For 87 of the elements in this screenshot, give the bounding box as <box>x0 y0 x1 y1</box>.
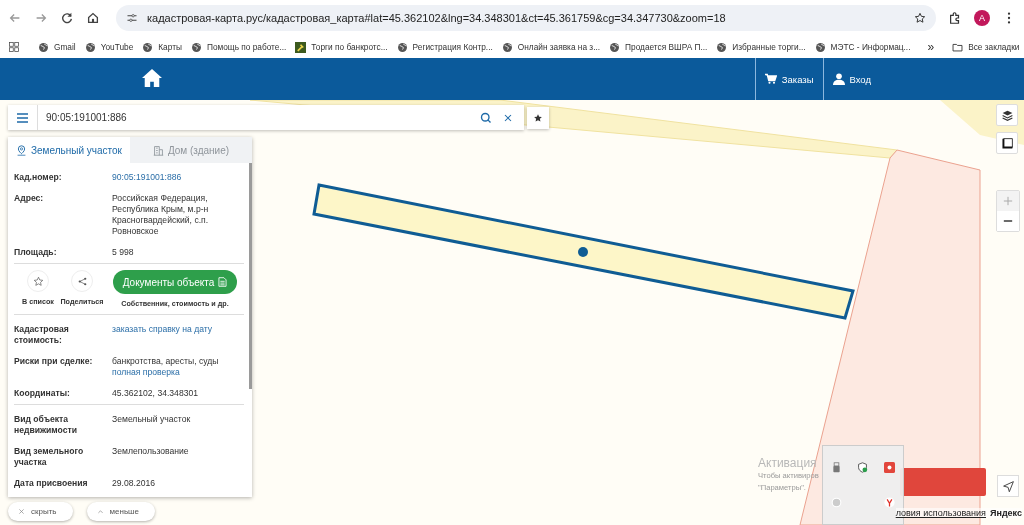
layers-button[interactable] <box>996 104 1018 126</box>
field-label: Кадастровая стоимость: <box>14 324 70 346</box>
reload-icon[interactable] <box>60 11 74 25</box>
star-icon <box>32 275 44 287</box>
bookmark[interactable]: Избранные торги... <box>716 41 806 53</box>
back-icon[interactable] <box>8 11 22 25</box>
field-value: Земельный участок <box>112 414 192 425</box>
bookmark[interactable]: Карты <box>142 41 182 53</box>
hammer-icon <box>295 41 307 53</box>
globe-icon <box>84 41 96 53</box>
bookmark[interactable]: Продается ВШРА П... <box>609 41 708 53</box>
globe-icon <box>38 41 49 53</box>
user-icon <box>832 73 845 85</box>
chevron-up-icon <box>96 508 104 515</box>
collapse-button[interactable]: меньше <box>86 502 155 521</box>
value-link[interactable]: заказать справку на дату <box>112 324 244 335</box>
ruler-button[interactable] <box>996 132 1018 154</box>
field-value: Землепользование <box>112 446 190 457</box>
value-link[interactable]: 90:05:191001:886 <box>112 172 244 183</box>
record-icon[interactable] <box>884 462 896 473</box>
field-value: Российская Федерация, Республика Крым, м.р-н Красногвардейский, с.п. Ровновское <box>112 193 210 237</box>
square-corner-icon <box>1000 136 1014 150</box>
field-value: 29.08.2016 <box>112 478 156 489</box>
extensions-icon[interactable] <box>948 11 962 25</box>
field-label: Координаты: <box>14 388 71 399</box>
field-label: Дата присвоения <box>14 478 89 489</box>
scrollbar-thumb[interactable] <box>249 163 252 389</box>
share-icon <box>76 275 88 287</box>
apps-grid-icon[interactable] <box>8 41 20 53</box>
layers-icon <box>1000 108 1014 122</box>
field-label: Адрес: <box>14 193 45 205</box>
shield-icon[interactable] <box>857 462 869 473</box>
selected-parcel[interactable] <box>312 183 855 320</box>
more-bookmarks[interactable]: » <box>927 40 935 54</box>
globe-icon <box>609 41 621 53</box>
field-label: Площадь: <box>14 247 58 258</box>
field-label: Кад.номер: <box>14 172 63 183</box>
forward-icon[interactable] <box>34 11 48 25</box>
plus-icon <box>1003 196 1013 206</box>
favorite-button[interactable] <box>527 107 549 129</box>
globe-icon <box>142 41 154 53</box>
field-value: банкротства, аресты, суды <box>112 356 220 367</box>
globe-icon <box>396 41 408 53</box>
bookmark[interactable]: Онлайн заявка на з... <box>501 41 601 53</box>
site-info-icon[interactable] <box>126 12 138 24</box>
globe-icon <box>190 41 202 53</box>
bookmark[interactable]: YouTube <box>84 41 134 53</box>
pin-icon <box>16 144 27 156</box>
building-icon <box>152 144 164 156</box>
cart-icon <box>764 73 777 85</box>
bookmark[interactable]: Торги по банкротс... <box>295 41 388 53</box>
profile-avatar[interactable]: A <box>974 10 990 26</box>
globe-icon <box>716 41 728 53</box>
add-to-list-button[interactable] <box>27 270 49 292</box>
navigation-arrow-icon <box>1001 479 1015 493</box>
close-icon <box>18 508 25 515</box>
terms-link[interactable]: ловия использования <box>895 508 986 518</box>
browser-icon[interactable] <box>884 497 896 508</box>
field-label: Риски при сделке: <box>14 356 94 368</box>
map-brand: Яндекс <box>990 508 1022 518</box>
folder-icon <box>952 41 964 53</box>
field-label: Вид земельного участка <box>14 446 85 468</box>
location-marker[interactable] <box>578 247 588 257</box>
check-link[interactable]: полная проверка <box>112 367 244 378</box>
field-value: 5 998 <box>112 247 135 258</box>
home-icon[interactable] <box>86 11 100 25</box>
bookmark-star-icon[interactable] <box>914 12 926 24</box>
field-value: 45.362102, 34.348301 <box>112 388 200 399</box>
zoom-out-button[interactable] <box>997 211 1019 231</box>
hide-button[interactable]: скрыть <box>8 502 73 521</box>
globe-icon <box>814 41 826 53</box>
home-icon[interactable] <box>141 68 163 88</box>
globe-icon <box>501 41 513 53</box>
document-icon <box>218 277 228 287</box>
bookmark[interactable]: Регистрация Контр... <box>396 41 493 53</box>
field-label: Вид объекта недвижимости <box>14 414 79 436</box>
search-icon[interactable] <box>480 111 492 124</box>
locate-button[interactable] <box>997 475 1019 497</box>
address-bar[interactable]: кадастровая-карта.рус/кадастровая_карта#lat=45.362102&lng=34.348301&ct=45.361759&cg=34.347730&zoom=18 <box>116 5 936 31</box>
star-icon <box>533 113 543 123</box>
bookmark[interactable]: Gmail <box>38 41 76 53</box>
share-button[interactable] <box>71 270 93 292</box>
all-bookmarks[interactable]: Все закладки <box>952 41 1020 53</box>
tab[interactable]: Земельный участок <box>8 137 130 163</box>
bookmark[interactable]: Помощь по работе... <box>190 41 287 53</box>
usb-icon[interactable] <box>830 462 842 473</box>
bookmark[interactable]: МЭТС - Информац... <box>814 41 911 53</box>
